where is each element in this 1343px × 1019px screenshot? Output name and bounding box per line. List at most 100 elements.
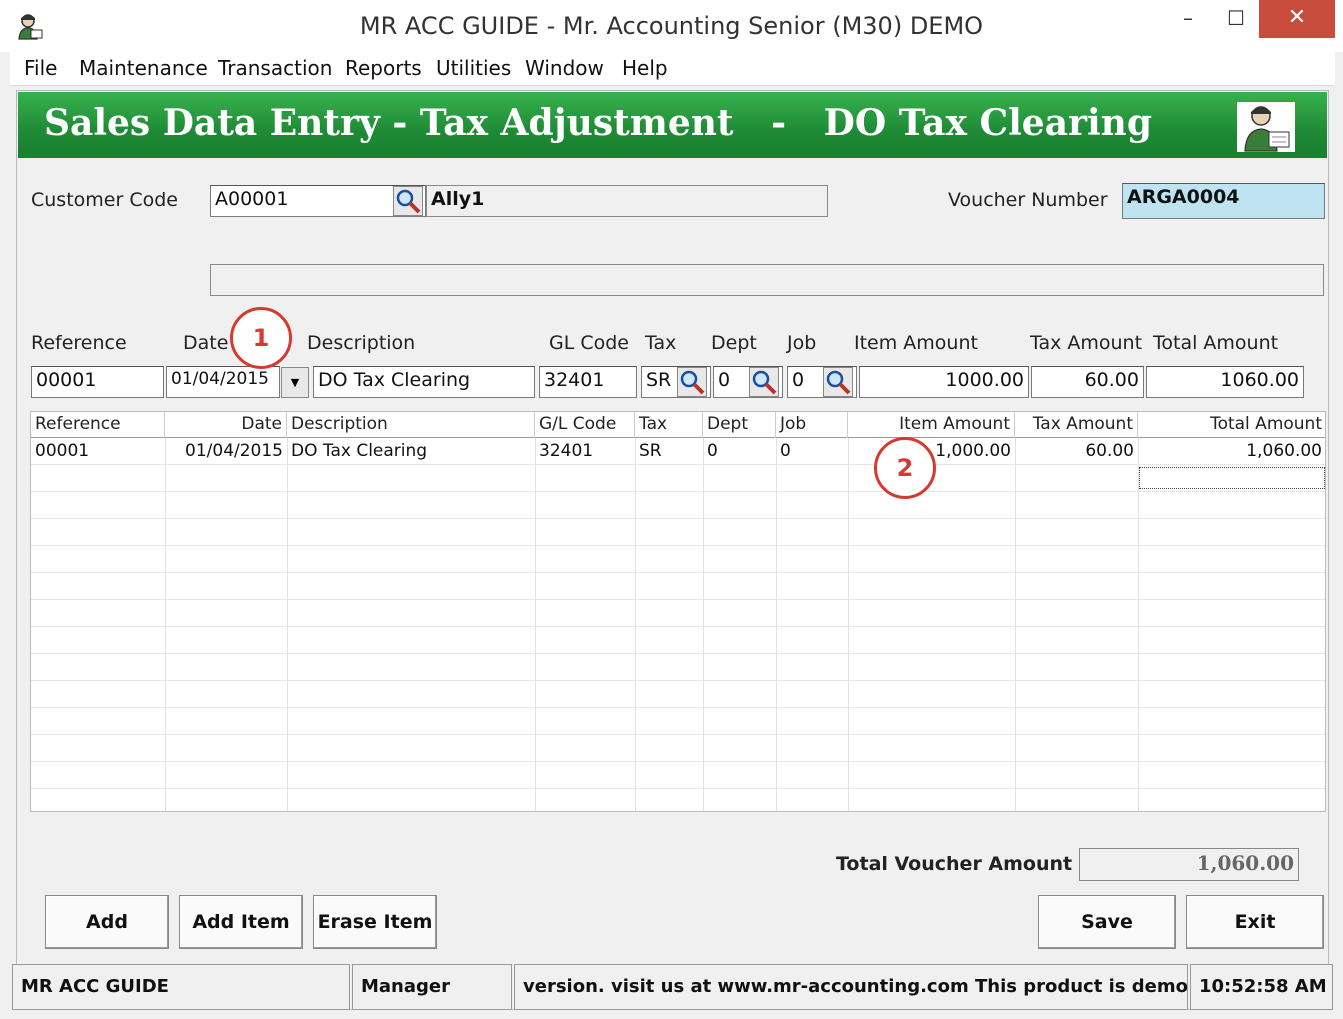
menu-window[interactable]: Window xyxy=(525,56,604,80)
table-row[interactable] xyxy=(31,762,1325,789)
accountant-logo-icon xyxy=(1237,102,1295,152)
menu-utilities[interactable]: Utilities xyxy=(436,56,511,80)
grid-cell-tax-amount: 60.00 xyxy=(1085,441,1134,461)
window-title: MR ACC GUIDE - Mr. Accounting Senior (M3… xyxy=(359,12,984,40)
magnifier-icon xyxy=(680,370,705,395)
job-label: Job xyxy=(787,332,817,354)
gl-code-input[interactable]: 32401 xyxy=(539,366,637,398)
total-amount-label: Total Amount xyxy=(1153,332,1279,354)
grid-column-divider xyxy=(1015,438,1016,811)
job-lookup-button[interactable] xyxy=(823,367,853,397)
reference-input[interactable]: 00001 xyxy=(31,366,164,398)
status-user: Manager xyxy=(352,964,512,1010)
table-row[interactable] xyxy=(31,789,1325,811)
grid-cell-gl-code: 32401 xyxy=(539,441,594,461)
table-row[interactable] xyxy=(31,600,1325,627)
magnifier-icon xyxy=(752,370,777,395)
voucher-number-field: ARGA0004 xyxy=(1122,183,1325,219)
grid-cell-total-amount: 1,060.00 xyxy=(1246,441,1322,461)
table-row[interactable] xyxy=(31,654,1325,681)
gl-code-label: GL Code xyxy=(549,332,629,354)
magnifier-icon xyxy=(396,189,421,214)
total-voucher-amount-label: Total Voucher Amount : xyxy=(836,853,1087,875)
date-label: Date xyxy=(183,332,229,354)
grid-cell-dept: 0 xyxy=(707,441,718,461)
exit-button[interactable]: Exit xyxy=(1186,895,1324,949)
grid-column-divider xyxy=(535,438,536,811)
grid-col-date[interactable]: Date xyxy=(165,412,287,438)
grid-header: Reference Date Description G/L Code Tax … xyxy=(31,412,1325,438)
grid-col-gl-code[interactable]: G/L Code xyxy=(535,412,635,438)
tax-lookup-button[interactable] xyxy=(677,367,707,397)
chevron-down-icon: ▼ xyxy=(290,376,300,389)
grid-focus-cell[interactable] xyxy=(1139,467,1325,489)
menu-help[interactable]: Help xyxy=(622,56,668,80)
dept-lookup-button[interactable] xyxy=(749,367,779,397)
description-label: Description xyxy=(307,332,416,354)
table-row[interactable] xyxy=(31,681,1325,708)
menu-reports[interactable]: Reports xyxy=(345,56,422,80)
grid-column-divider xyxy=(1138,438,1139,811)
address-field xyxy=(210,264,1324,296)
customer-name-field: Ally1 xyxy=(426,185,828,217)
grid-column-divider xyxy=(703,438,704,811)
table-row[interactable] xyxy=(31,546,1325,573)
save-button[interactable]: Save xyxy=(1038,895,1176,949)
grid-col-dept[interactable]: Dept xyxy=(703,412,776,438)
grid-col-total-amount[interactable]: Total Amount xyxy=(1138,412,1325,438)
item-amount-label: Item Amount xyxy=(854,332,978,354)
grid-column-divider xyxy=(287,438,288,811)
grid-col-job[interactable]: Job xyxy=(776,412,848,438)
table-row[interactable] xyxy=(31,708,1325,735)
reference-label: Reference xyxy=(31,332,127,354)
items-grid[interactable]: Reference Date Description G/L Code Tax … xyxy=(30,411,1326,812)
tax-label: Tax xyxy=(645,332,677,354)
erase-item-button[interactable]: Erase Item xyxy=(313,895,437,949)
grid-col-item-amount[interactable]: Item Amount xyxy=(848,412,1015,438)
grid-column-divider xyxy=(848,438,849,811)
table-row[interactable]: 00001 01/04/2015 DO Tax Clearing 32401 S… xyxy=(31,438,1325,465)
grid-col-description[interactable]: Description xyxy=(287,412,535,438)
menu-file[interactable]: File xyxy=(24,56,57,80)
minimize-button[interactable]: – xyxy=(1163,0,1213,38)
date-dropdown-button[interactable]: ▼ xyxy=(281,367,309,398)
grid-column-divider xyxy=(165,438,166,811)
description-input[interactable]: DO Tax Clearing xyxy=(313,366,535,398)
form-banner: Sales Data Entry - Tax Adjustment - DO T… xyxy=(18,92,1327,158)
table-row[interactable] xyxy=(31,519,1325,546)
status-company: MR ACC GUIDE xyxy=(12,964,350,1010)
magnifier-icon xyxy=(826,370,851,395)
voucher-number-label: Voucher Number xyxy=(948,189,1108,211)
table-row[interactable] xyxy=(31,465,1325,492)
table-row[interactable] xyxy=(31,735,1325,762)
status-bar: MR ACC GUIDE Manager version. visit us a… xyxy=(12,964,1333,1010)
add-invoice-button[interactable]: Add Invoice xyxy=(45,895,169,985)
item-amount-input[interactable]: 1000.00 xyxy=(859,366,1029,398)
total-amount-input[interactable]: 1060.00 xyxy=(1146,366,1304,398)
menu-transaction[interactable]: Transaction xyxy=(218,56,332,80)
customer-lookup-button[interactable] xyxy=(393,186,423,216)
status-time: 10:52:58 AM xyxy=(1190,964,1333,1010)
title-bar: MR ACC GUIDE - Mr. Accounting Senior (M3… xyxy=(0,0,1343,52)
tax-amount-label: Tax Amount xyxy=(1030,332,1143,354)
close-button[interactable]: ✕ xyxy=(1259,0,1335,38)
form-title: Sales Data Entry - Tax Adjustment - DO T… xyxy=(44,102,1153,144)
menu-maintenance[interactable]: Maintenance xyxy=(79,56,208,80)
table-row[interactable] xyxy=(31,492,1325,519)
grid-col-tax[interactable]: Tax xyxy=(635,412,703,438)
menu-bar: File Maintenance Transaction Reports Uti… xyxy=(10,52,1335,86)
table-row[interactable] xyxy=(31,573,1325,600)
grid-cell-job: 0 xyxy=(780,441,791,461)
date-input[interactable]: 01/04/2015 xyxy=(166,366,280,398)
maximize-button[interactable]: ☐ xyxy=(1213,0,1259,38)
grid-col-tax-amount[interactable]: Tax Amount xyxy=(1015,412,1138,438)
total-voucher-amount-field: 1,060.00 xyxy=(1079,848,1299,881)
add-item-button[interactable]: Add Item xyxy=(179,895,303,949)
table-row[interactable] xyxy=(31,627,1325,654)
grid-cell-date: 01/04/2015 xyxy=(185,441,283,461)
grid-cell-tax: SR xyxy=(639,441,662,461)
grid-cell-description: DO Tax Clearing xyxy=(291,441,428,461)
grid-col-reference[interactable]: Reference xyxy=(31,412,165,438)
tax-amount-input[interactable]: 60.00 xyxy=(1031,366,1144,398)
callout-2: 2 xyxy=(874,437,936,499)
